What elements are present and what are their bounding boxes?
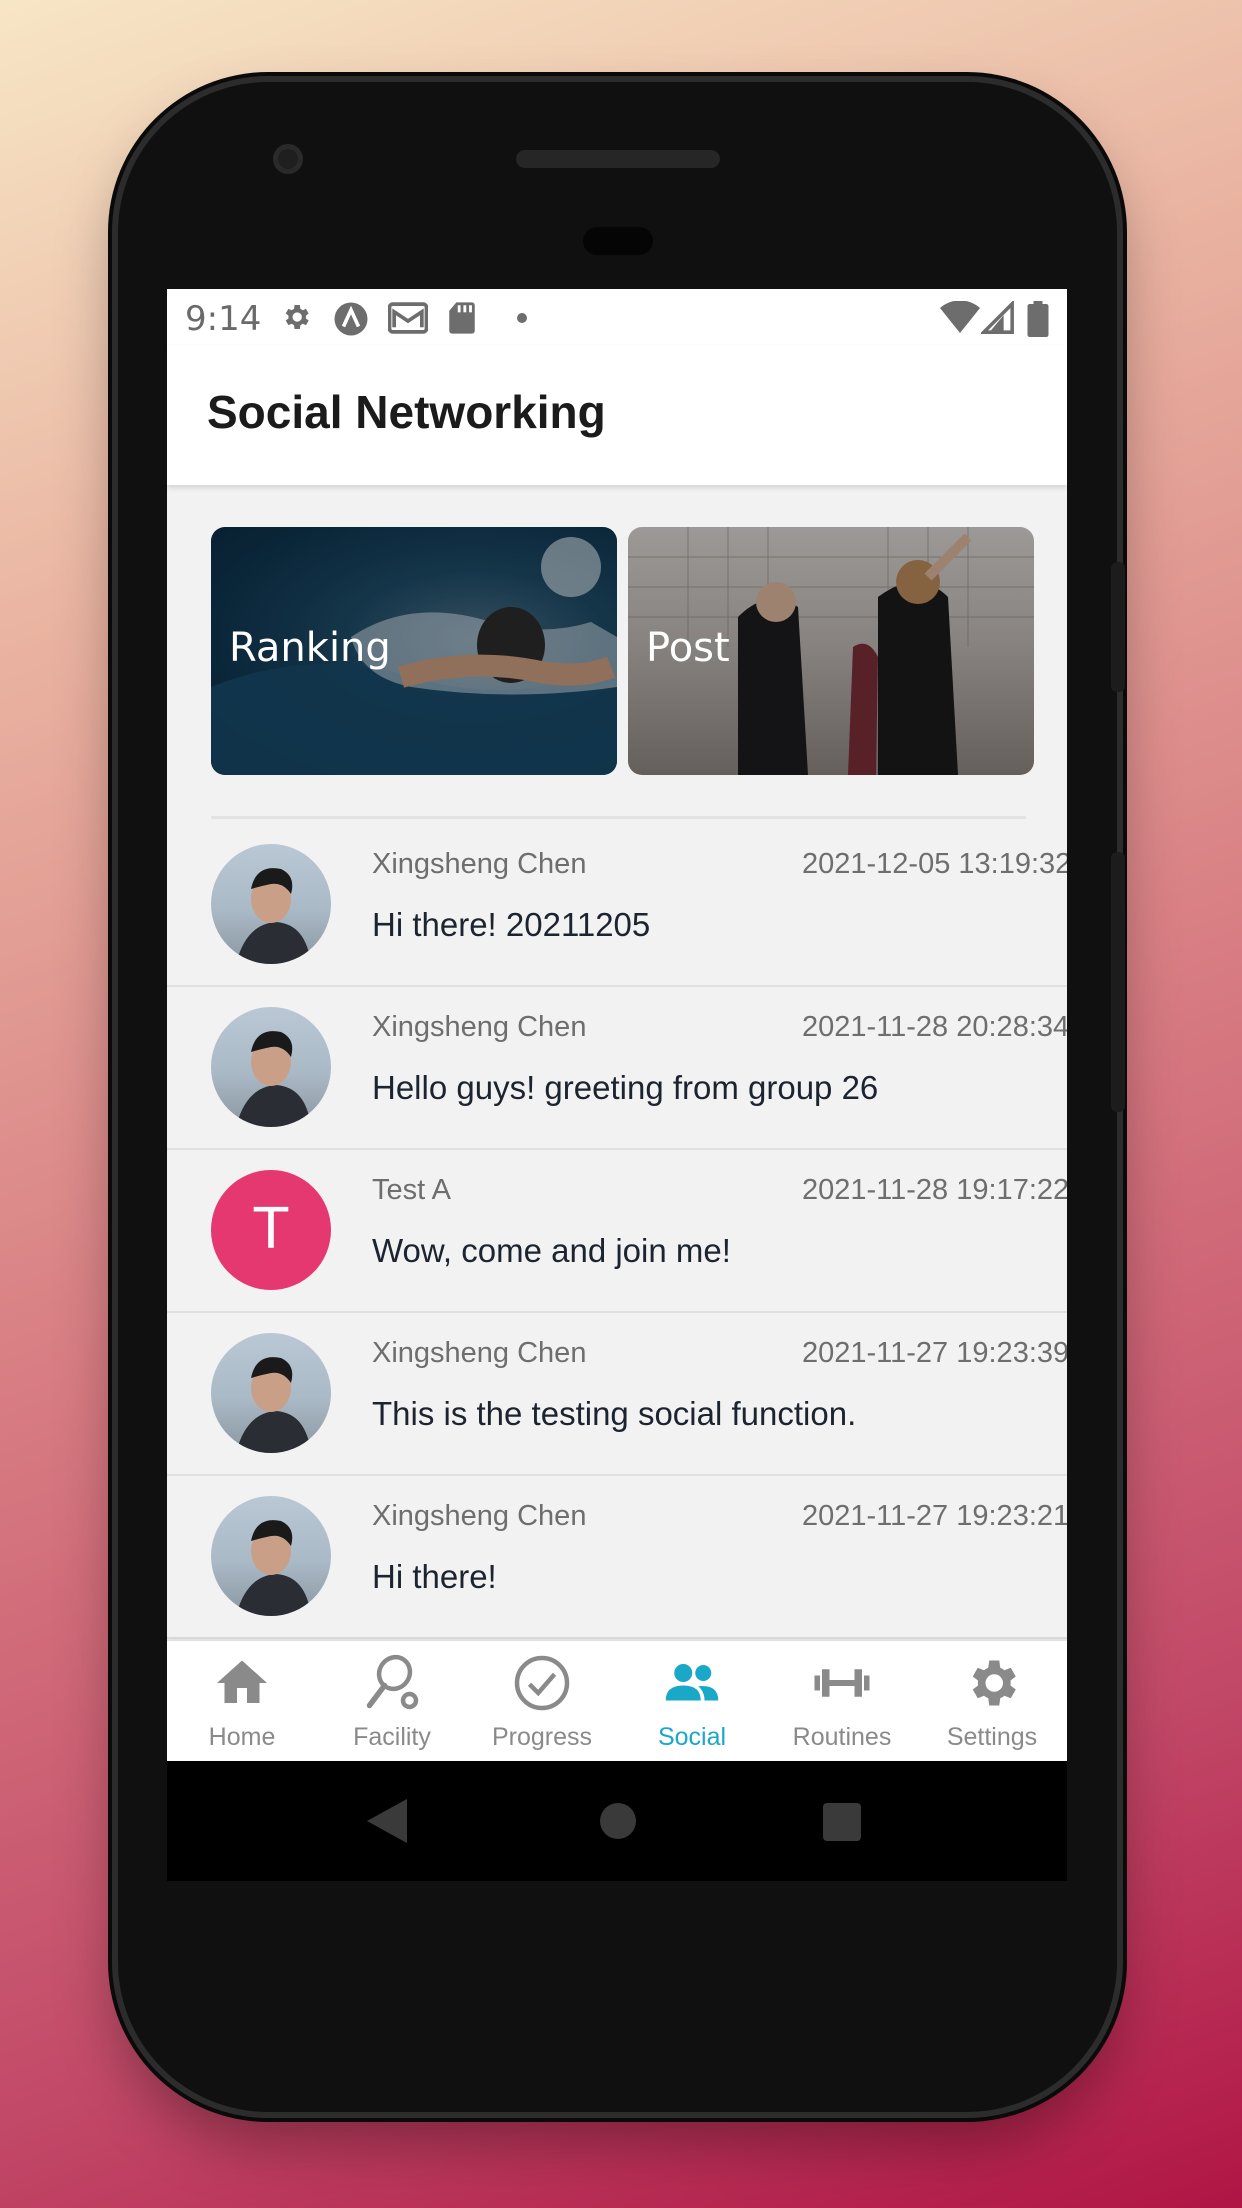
nav-settings[interactable]: Settings xyxy=(917,1641,1067,1761)
post-time: 2021-12-05 13:19:32 xyxy=(802,848,1067,880)
nav-routines-label: Routines xyxy=(792,1723,892,1751)
post-message: This is the testing social function. xyxy=(372,1395,857,1432)
notification-dot-icon xyxy=(517,313,527,323)
earpiece-speaker xyxy=(516,150,720,168)
person-photo xyxy=(236,1031,311,1127)
post-label: Post xyxy=(646,625,730,671)
feed-list: Xingsheng Chen 2021-12-05 13:19:32 Hi th… xyxy=(167,824,1067,1639)
nav-settings-label: Settings xyxy=(946,1723,1038,1751)
app-screen: 9:14 Social Networking Ranking Post Xing… xyxy=(167,289,1067,1761)
post-time: 2021-11-28 20:28:34 xyxy=(802,1011,1067,1043)
avatar[interactable]: T xyxy=(211,1170,331,1290)
nav-social[interactable]: Social xyxy=(617,1641,767,1761)
author-name: Xingsheng Chen xyxy=(372,1500,587,1532)
cell-signal-icon xyxy=(981,301,1014,334)
post-card[interactable]: Post xyxy=(628,527,1034,775)
post-message: Wow, come and join me! xyxy=(372,1232,731,1269)
feed-item[interactable]: Xingsheng Chen 2021-11-27 19:23:39 This … xyxy=(167,1313,1067,1476)
author-name: Xingsheng Chen xyxy=(372,1011,587,1043)
nav-facility[interactable]: Facility xyxy=(317,1641,467,1761)
feed-item[interactable]: Xingsheng Chen 2021-11-28 20:28:34 Hello… xyxy=(167,987,1067,1150)
check-circle-icon xyxy=(514,1655,570,1711)
home-button-icon[interactable] xyxy=(600,1803,636,1839)
post-time: 2021-11-27 19:23:39 xyxy=(802,1337,1067,1369)
avatar[interactable] xyxy=(211,1007,331,1127)
settings-status-icon xyxy=(285,305,309,329)
nav-facility-label: Facility xyxy=(353,1723,431,1751)
mail-status-icon xyxy=(388,302,428,334)
section-divider xyxy=(211,816,1026,819)
nav-social-label: Social xyxy=(657,1723,727,1751)
dumbbell-icon xyxy=(814,1669,870,1697)
avatar[interactable] xyxy=(211,1496,331,1616)
person-photo xyxy=(236,868,311,964)
system-navigation-bar xyxy=(167,1761,1067,1881)
nav-progress-label: Progress xyxy=(491,1723,593,1751)
wifi-icon xyxy=(940,301,980,333)
nav-progress[interactable]: Progress xyxy=(467,1641,617,1761)
avatar[interactable] xyxy=(211,1333,331,1453)
author-name: Test A xyxy=(372,1174,451,1206)
back-icon[interactable] xyxy=(367,1799,407,1843)
sd-card-status-icon xyxy=(449,302,475,334)
post-message: Hello guys! greeting from group 26 xyxy=(372,1069,879,1106)
battery-icon xyxy=(1027,301,1049,337)
proximity-sensor xyxy=(583,227,653,255)
gear-icon xyxy=(972,1660,1016,1706)
front-camera xyxy=(273,144,303,174)
person-photo xyxy=(236,1520,311,1616)
post-time: 2021-11-28 19:17:22 xyxy=(802,1174,1067,1206)
nav-home-label: Home xyxy=(208,1723,276,1751)
ranking-card[interactable]: Ranking xyxy=(211,527,617,775)
bottom-navigation: Home Facility Progress Social Routines S… xyxy=(167,1641,1067,1761)
ranking-label: Ranking xyxy=(229,625,391,671)
feed-item[interactable]: Xingsheng Chen 2021-12-05 13:19:32 Hi th… xyxy=(167,824,1067,987)
nav-routines[interactable]: Routines xyxy=(767,1641,917,1761)
people-icon xyxy=(665,1664,719,1701)
recents-icon[interactable] xyxy=(823,1803,861,1841)
feed-item[interactable]: T Test A 2021-11-28 19:17:22 Wow, come a… xyxy=(167,1150,1067,1313)
status-bar: 9:14 xyxy=(167,289,1067,345)
nav-home[interactable]: Home xyxy=(167,1641,317,1761)
post-message: Hi there! 20211205 xyxy=(372,906,651,943)
author-name: Xingsheng Chen xyxy=(372,1337,587,1369)
post-message: Hi there! xyxy=(372,1558,497,1595)
app-status-icon xyxy=(334,302,368,336)
facility-icon xyxy=(366,1654,419,1710)
app-bar: Social Networking xyxy=(167,345,1067,485)
author-name: Xingsheng Chen xyxy=(372,848,587,880)
power-button xyxy=(1111,562,1125,692)
feed-item[interactable]: Xingsheng Chen 2021-11-27 19:23:21 Hi th… xyxy=(167,1476,1067,1639)
post-time: 2021-11-27 19:23:21 xyxy=(802,1500,1067,1532)
status-time: 9:14 xyxy=(185,299,262,339)
volume-button xyxy=(1111,852,1125,1112)
avatar[interactable] xyxy=(211,844,331,964)
page-title: Social Networking xyxy=(207,386,606,438)
home-icon xyxy=(217,1660,267,1703)
person-photo xyxy=(236,1357,311,1453)
